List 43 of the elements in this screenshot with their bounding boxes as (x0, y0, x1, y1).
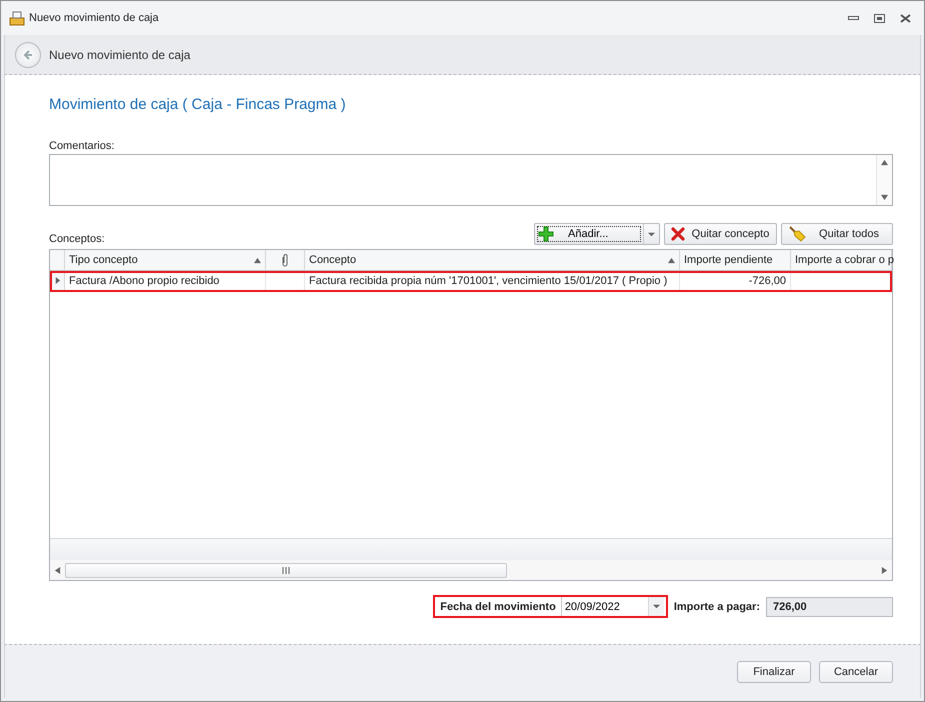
table-cell: Factura /Abono propio recibido (65, 271, 266, 291)
column-header[interactable]: Tipo concepto (65, 250, 266, 271)
add-button[interactable]: Añadir... (537, 226, 641, 242)
amount-label: Importe a pagar: (674, 600, 760, 612)
table-cell: -726,00 (680, 271, 791, 291)
comments-label: Comentarios: (49, 140, 114, 152)
page-title: Nuevo movimiento de caja (49, 48, 190, 62)
back-arrow-icon (22, 48, 34, 60)
restore-icon (874, 14, 884, 22)
row-indicator-header (50, 250, 65, 271)
column-header[interactable]: Importe pendiente (680, 250, 791, 271)
caret-icon (648, 230, 655, 238)
window-title: Nuevo movimiento de caja (29, 12, 160, 24)
sort-icon (668, 256, 675, 264)
column-header[interactable]: Importe a cobrar o p (791, 250, 892, 271)
plus-icon (538, 226, 554, 242)
date-picker[interactable]: Fecha del movimiento 20/09/2022 (433, 595, 668, 618)
remove-concept-button[interactable]: Quitar concepto (664, 223, 777, 245)
minimize-icon (848, 16, 858, 20)
attachment-column-header[interactable] (266, 250, 305, 271)
remove-all-button[interactable]: Quitar todos (781, 223, 893, 245)
scroll-down-icon (881, 194, 888, 201)
caret-icon (652, 603, 660, 610)
row-pointer-icon (54, 277, 60, 284)
delete-icon (671, 227, 685, 241)
table-row[interactable]: Factura /Abono propio recibido Factura recibida propia núm '1701001', vencimiento 15/01/2017 ( Propio ) -726,00 (50, 271, 892, 292)
table-cell: Factura recibida propia núm '1701001', vencimiento 15/01/2017 ( Propio ) (305, 271, 680, 291)
comments-field[interactable] (49, 154, 893, 206)
paperclip-icon (281, 253, 289, 267)
scrollbar-thumb[interactable] (65, 562, 507, 578)
cash-register-icon (9, 10, 25, 26)
concepts-label: Conceptos: (49, 233, 106, 245)
amount-field: 726,00 (766, 596, 893, 616)
scroll-left-icon (54, 566, 61, 574)
scroll-up-icon (881, 159, 888, 166)
cancel-button[interactable]: Cancelar (819, 660, 893, 682)
sort-icon (254, 256, 261, 264)
column-header[interactable]: Concepto (305, 250, 680, 271)
close-icon (900, 14, 910, 22)
section-heading: Movimiento de caja ( Caja - Fincas Pragma ) (49, 96, 347, 115)
finish-button[interactable]: Finalizar (737, 660, 811, 682)
scroll-right-icon (881, 566, 888, 574)
broom-icon (788, 226, 806, 242)
